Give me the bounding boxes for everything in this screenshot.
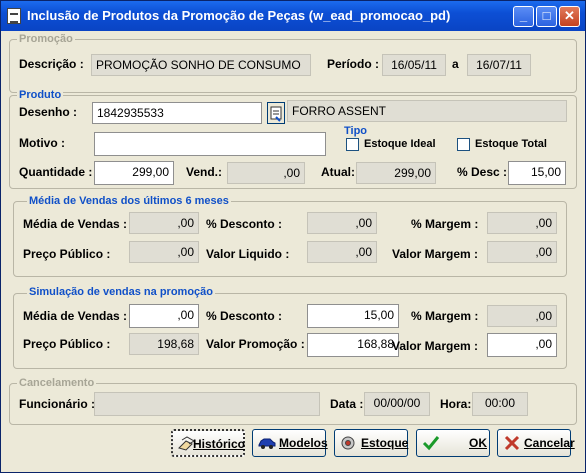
estoque-label: Estoque xyxy=(361,436,409,450)
atual-label: Atual: xyxy=(321,165,355,179)
produto-group-label: Produto xyxy=(17,89,64,101)
sim-valor-margem-label: Valor Margem : xyxy=(392,339,479,353)
media-group-label: Média de Vendas dos últimos 6 meses xyxy=(27,195,231,207)
cancelar-label: Cancelar xyxy=(524,436,575,450)
modelos-label: Modelos xyxy=(279,436,328,450)
media-vendas-label: Média de Vendas : xyxy=(23,217,128,231)
media-margem-field[interactable]: ,00 xyxy=(487,212,557,234)
simulacao-group-label: Simulação de vendas na promoção xyxy=(27,286,216,298)
lookup-icon xyxy=(270,106,282,122)
sim-valor-promocao-field[interactable]: 168,88 xyxy=(307,333,399,357)
checkmark-icon xyxy=(422,436,440,451)
sim-preco-publico-field[interactable]: 198,68 xyxy=(129,333,199,355)
cancelamento-group-label: Cancelamento xyxy=(17,377,97,389)
title-bar[interactable]: Inclusão de Produtos da Promoção de Peça… xyxy=(1,1,585,31)
desc-label: % Desc : xyxy=(457,165,508,179)
descricao-label: Descrição : xyxy=(19,57,84,71)
desenho-lookup-button[interactable] xyxy=(267,102,285,124)
media-group xyxy=(13,201,567,277)
minimize-button[interactable]: _ xyxy=(513,6,534,27)
hora-field[interactable]: 00:00 xyxy=(472,392,528,416)
sim-media-vendas-label: Média de Vendas : xyxy=(23,309,128,323)
funcionario-field[interactable] xyxy=(94,392,320,416)
estoque-button[interactable]: Estoque xyxy=(334,429,408,457)
media-valor-liquido-field[interactable]: ,00 xyxy=(307,241,377,263)
motivo-label: Motivo : xyxy=(19,136,65,150)
ok-button[interactable]: OK xyxy=(416,429,490,457)
vend-label: Vend.: xyxy=(186,165,223,179)
tipo-label: Tipo xyxy=(342,125,370,137)
sim-media-vendas-field[interactable]: ,00 xyxy=(129,304,199,328)
promocao-group-label: Promoção xyxy=(17,33,75,45)
sim-desconto-field[interactable]: 15,00 xyxy=(307,304,399,328)
data-field[interactable]: 00/00/00 xyxy=(364,392,430,416)
desenho-field[interactable]: 1842935533 xyxy=(92,102,262,124)
periodo-fim-field[interactable]: 16/07/11 xyxy=(467,54,531,76)
funcionario-label: Funcionário : xyxy=(19,397,95,411)
close-icon: ✕ xyxy=(564,8,575,23)
media-preco-publico-label: Preço Público : xyxy=(23,247,111,261)
media-preco-publico-field[interactable]: ,00 xyxy=(129,241,199,263)
media-valor-liquido-label: Valor Liquido : xyxy=(206,247,290,261)
app-icon xyxy=(7,8,21,24)
window-title: Inclusão de Produtos da Promoção de Peça… xyxy=(27,8,451,23)
motivo-field[interactable] xyxy=(94,132,326,156)
vend-field[interactable]: ,00 xyxy=(227,162,305,184)
estoque-total-label: Estoque Total xyxy=(475,138,547,150)
close-button[interactable]: ✕ xyxy=(559,6,580,27)
media-desconto-field[interactable]: ,00 xyxy=(307,212,377,234)
desenho-label: Desenho : xyxy=(19,105,78,119)
maximize-icon: □ xyxy=(542,8,551,23)
hora-label: Hora: xyxy=(440,397,472,411)
maximize-button[interactable]: □ xyxy=(536,6,557,27)
modelos-button[interactable]: Modelos xyxy=(252,429,328,457)
sim-margem-field[interactable]: ,00 xyxy=(487,305,557,327)
periodo-separator: a xyxy=(452,57,459,71)
sim-preco-publico-label: Preço Público : xyxy=(23,337,111,351)
media-valor-margem-field[interactable]: ,00 xyxy=(487,241,557,263)
data-label: Data : xyxy=(330,397,364,411)
estoque-ideal-checkbox[interactable] xyxy=(346,138,359,151)
cancel-x-icon xyxy=(504,435,520,451)
atual-field[interactable]: 299,00 xyxy=(356,162,436,184)
descricao-field[interactable]: PROMOÇÃO SONHO DE CONSUMO xyxy=(91,54,311,76)
media-desconto-label: % Desconto : xyxy=(206,217,283,231)
sim-valor-margem-field[interactable]: ,00 xyxy=(487,333,557,357)
ok-label: OK xyxy=(469,436,487,450)
form-body: Promoção Descrição : PROMOÇÃO SONHO DE C… xyxy=(5,31,581,468)
sim-desconto-label: % Desconto : xyxy=(206,309,283,323)
estoque-ideal-label: Estoque Ideal xyxy=(364,138,436,150)
produto-descricao-field[interactable]: FORRO ASSENT xyxy=(287,100,567,122)
periodo-label: Período : xyxy=(327,57,380,71)
historico-button[interactable]: Histórico xyxy=(171,429,245,457)
quantidade-field[interactable]: 299,00 xyxy=(94,161,174,185)
media-vendas-field[interactable]: ,00 xyxy=(129,212,199,234)
media-valor-margem-label: Valor Margem : xyxy=(392,247,479,261)
media-margem-label: % Margem : xyxy=(411,217,479,231)
cancelar-button[interactable]: Cancelar xyxy=(497,429,575,457)
periodo-inicio-field[interactable]: 16/05/11 xyxy=(382,54,446,76)
car-icon xyxy=(258,438,276,449)
historico-label: Histórico xyxy=(193,437,246,451)
estoque-icon xyxy=(341,436,355,450)
desc-field[interactable]: 15,00 xyxy=(508,161,566,185)
minimize-icon: _ xyxy=(519,8,528,23)
quantidade-label: Quantidade : xyxy=(19,165,93,179)
sim-valor-promocao-label: Valor Promoção : xyxy=(206,337,305,351)
simulacao-group xyxy=(13,293,567,369)
window: Inclusão de Produtos da Promoção de Peça… xyxy=(0,0,586,473)
estoque-total-checkbox[interactable] xyxy=(457,138,470,151)
sim-margem-label: % Margem : xyxy=(411,309,479,323)
